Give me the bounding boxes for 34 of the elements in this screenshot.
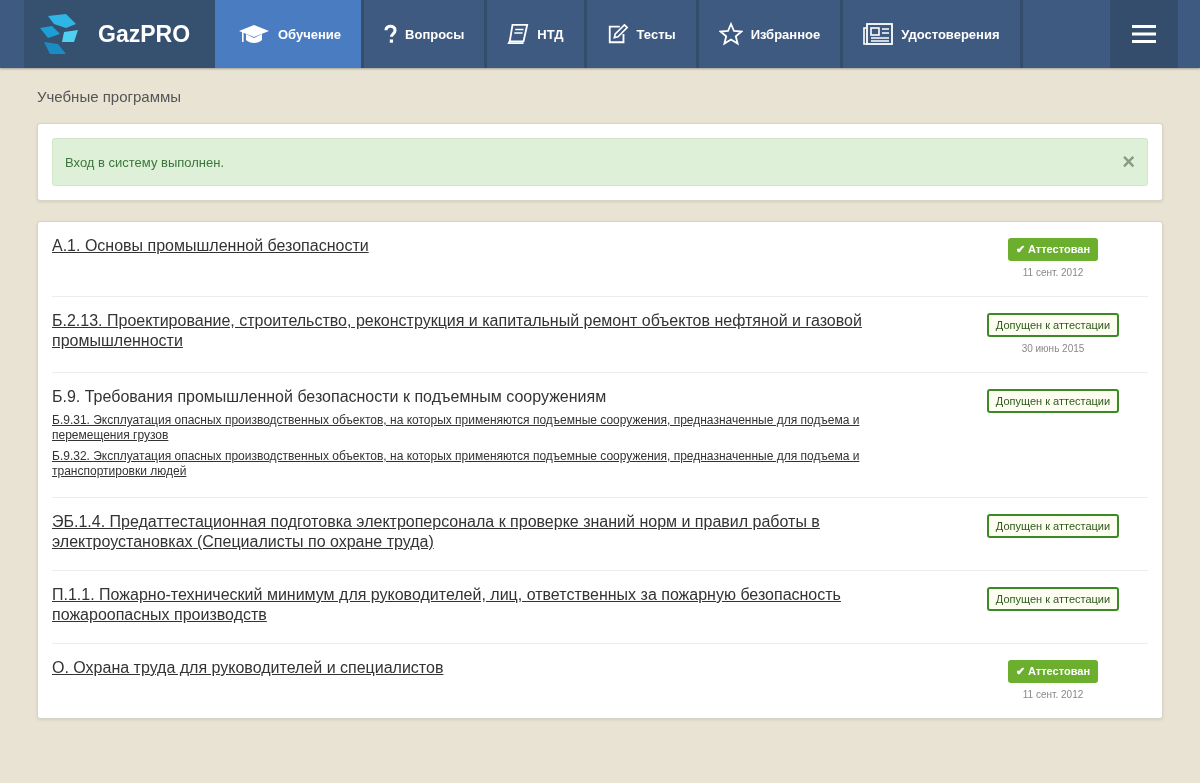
subprogram-link[interactable]: Б.9.32. Эксплуатация опасных производственных объектов, на которых применяются подъемные сооружения, предназначенные для подъема и транспортировки людей [52,449,932,479]
status-date: 30 июнь 2015 [1021,343,1085,354]
alert-message: Вход в систему выполнен. [65,154,225,170]
nav-tab[interactable]: Тесты [583,0,696,68]
status-date: 11 сент. 2012 [1022,267,1084,278]
program-title: Б.9. Требования промышленной безопасности к подъемным сооружениям [52,387,607,407]
program-link[interactable]: А.1. Основы промышленной безопасности [52,236,369,256]
page-title: Учебные программы [37,87,183,107]
menu-icon [1132,24,1156,44]
nav-tab[interactable]: НТД [484,0,584,68]
program-link[interactable]: О. Охрана труда для руководителей и специалистов [52,658,444,678]
graduation-cap-icon [238,22,270,46]
status-badge: Допущен к аттестации [986,313,1120,337]
newspaper-icon [863,23,894,45]
book-icon [507,23,530,45]
nav-tab[interactable]: Обучение [215,0,362,68]
status-badge: Допущен к аттестации [986,389,1120,413]
nav-tab[interactable]: Избранное [695,0,841,68]
program-link[interactable]: Б.2.13. Проектирование, строительство, реконструкция и капитальный ремонт объектов нефтяной и газовой промышленности [52,311,932,351]
status-badge: Допущен к аттестации [986,514,1120,538]
status-badge: ✔ Аттестован [1007,660,1099,683]
program-link[interactable]: П.1.1. Пожарно-технический минимум для руководителей, лиц, ответственных за пожарную безопасность пожароопасных производств [52,585,932,625]
status-badge: Допущен к аттестации [986,587,1120,611]
star-icon [718,22,743,46]
nav-tab[interactable]: Удостоверения [840,0,1020,68]
subprogram-link[interactable]: Б.9.31. Эксплуатация опасных производственных объектов, на которых применяются подъемные сооружения, предназначенные для подъема и перемещения грузов [52,413,932,443]
question-mark-icon [384,24,398,44]
pencil-square-icon [606,23,629,45]
program-link[interactable]: ЭБ.1.4. Предаттестационная подготовка электроперсонала к проверке знаний норм и правил работы в электроустановках (Специалисты по охране труда) [52,512,932,552]
menu-button[interactable] [1110,0,1178,68]
nav-tab[interactable]: Вопросы [361,0,485,68]
status-badge: ✔ Аттестован [1007,238,1099,261]
brand-logo[interactable]: GazPRO [24,0,215,68]
status-date: 11 сент. 2012 [1022,689,1084,700]
